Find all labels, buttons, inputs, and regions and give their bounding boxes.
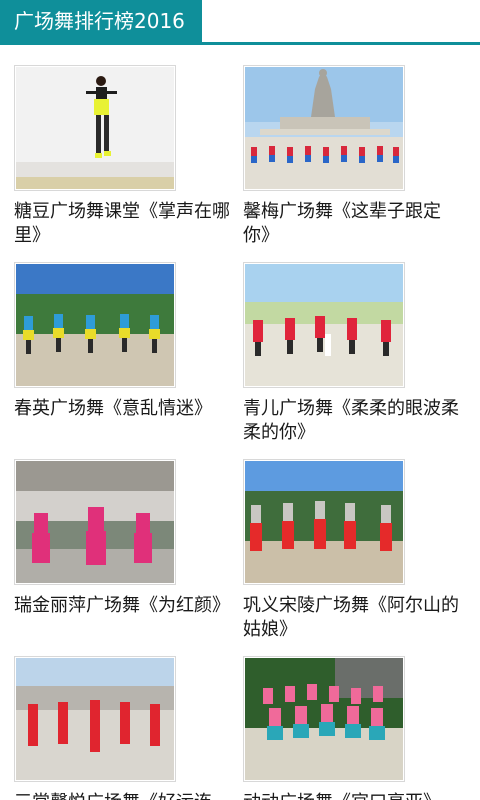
app-header: 广场舞排行榜2016	[0, 0, 480, 46]
video-card[interactable]: 糖豆广场舞课堂《掌声在哪里》	[14, 65, 230, 248]
video-title: 糖豆广场舞课堂《掌声在哪里》	[14, 201, 230, 246]
video-title: 馨梅广场舞《这辈子跟定你》	[243, 201, 441, 246]
video-title: 瑞金丽萍广场舞《为红颜》	[14, 595, 230, 616]
thumbnail-image	[245, 461, 403, 583]
video-thumbnail[interactable]	[243, 65, 405, 191]
video-card[interactable]: 馨梅广场舞《这辈子跟定你》	[243, 65, 459, 248]
video-thumbnail[interactable]	[243, 656, 405, 782]
header-divider	[0, 42, 480, 45]
video-thumbnail[interactable]	[243, 262, 405, 388]
thumbnail-image	[245, 264, 403, 386]
thumbnail-image	[16, 67, 174, 189]
video-card[interactable]: 三棠馨悦广场舞《好运连连》	[14, 656, 230, 800]
video-title: 三棠馨悦广场舞《好运连连》	[14, 791, 230, 800]
video-card[interactable]: 青儿广场舞《柔柔的眼波柔柔的你》	[243, 262, 459, 445]
video-thumbnail[interactable]	[14, 262, 176, 388]
app-title: 广场舞排行榜2016	[0, 0, 202, 43]
video-title: 青儿广场舞《柔柔的眼波柔柔的你》	[243, 398, 459, 443]
thumbnail-image	[16, 658, 174, 780]
video-card[interactable]: 瑞金丽萍广场舞《为红颜》	[14, 459, 230, 618]
video-card[interactable]: 巩义宋陵广场舞《阿尔山的姑娘》	[243, 459, 459, 642]
video-title: 动动广场舞《官口亭亚》	[243, 791, 459, 800]
video-title: 巩义宋陵广场舞《阿尔山的姑娘》	[243, 595, 459, 640]
video-card[interactable]: 春英广场舞《意乱情迷》	[14, 262, 230, 421]
video-grid: 糖豆广场舞课堂《掌声在哪里》 馨梅广场舞《这辈子跟定你》 春英广场舞《意乱情迷》…	[0, 46, 480, 800]
video-thumbnail[interactable]	[14, 459, 176, 585]
video-thumbnail[interactable]	[14, 65, 176, 191]
video-title: 春英广场舞《意乱情迷》	[14, 398, 212, 419]
video-thumbnail[interactable]	[14, 656, 176, 782]
video-thumbnail[interactable]	[243, 459, 405, 585]
thumbnail-image	[245, 67, 403, 189]
thumbnail-image	[16, 264, 174, 386]
thumbnail-image	[16, 461, 174, 583]
video-card[interactable]: 动动广场舞《官口亭亚》	[243, 656, 459, 800]
thumbnail-image	[245, 658, 403, 780]
